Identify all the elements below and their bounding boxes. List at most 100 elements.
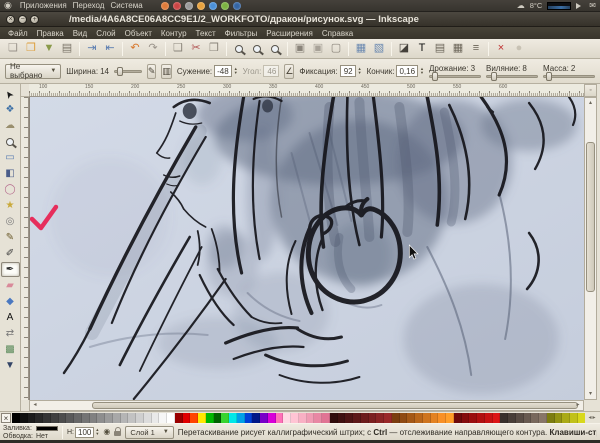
- cmd-document-open[interactable]: ❐: [22, 41, 40, 57]
- cmd-import-bitmap[interactable]: ⇥: [83, 41, 101, 57]
- app-launcher-7[interactable]: [233, 2, 241, 10]
- palette-swatch[interactable]: [291, 413, 299, 423]
- tool-eraser[interactable]: ▰: [1, 278, 20, 293]
- palette-swatch[interactable]: [74, 413, 82, 423]
- palette-swatch[interactable]: [446, 413, 454, 423]
- menu-help[interactable]: Справка: [318, 29, 357, 38]
- palette-swatch[interactable]: [113, 413, 121, 423]
- palette-swatch[interactable]: [392, 413, 400, 423]
- palette-swatch[interactable]: [198, 413, 206, 423]
- palette-swatch[interactable]: [167, 413, 175, 423]
- palette-swatch[interactable]: [144, 413, 152, 423]
- palette-swatch[interactable]: [423, 413, 431, 423]
- window-button-close[interactable]: ×: [6, 15, 15, 24]
- palette-swatch[interactable]: [252, 413, 260, 423]
- vertical-scrollbar[interactable]: ▴ ▾: [584, 97, 597, 400]
- app-launcher-2[interactable]: [173, 2, 181, 10]
- palette-swatch[interactable]: [338, 413, 346, 423]
- cmd-document-save[interactable]: ▼: [40, 41, 58, 57]
- palette-swatch[interactable]: [97, 413, 105, 423]
- tool-paint-bucket[interactable]: ◆: [1, 294, 20, 309]
- cmd-duplicate[interactable]: ▣: [291, 41, 309, 57]
- palette-swatch[interactable]: [260, 413, 268, 423]
- fixation-spinbox[interactable]: 92: [340, 65, 356, 77]
- scroll-up-icon[interactable]: ▴: [585, 98, 596, 108]
- palette-swatch[interactable]: [322, 413, 330, 423]
- cmd-layers-dialog[interactable]: ▤: [431, 41, 449, 57]
- mail-icon[interactable]: ✉: [589, 1, 596, 10]
- cmd-paste[interactable]: ❒: [205, 41, 223, 57]
- panel-menu-applications[interactable]: Приложения: [18, 1, 69, 10]
- tool-selector[interactable]: ➤: [1, 86, 20, 101]
- tool-node-editor[interactable]: ❖: [1, 102, 20, 117]
- palette-swatch[interactable]: [190, 413, 198, 423]
- tool-dropper[interactable]: ▼: [1, 358, 20, 373]
- palette-swatch[interactable]: [35, 413, 43, 423]
- menu-extensions[interactable]: Расширения: [262, 29, 317, 38]
- palette-swatch[interactable]: [307, 413, 315, 423]
- palette-swatch[interactable]: [299, 413, 307, 423]
- palette-swatch[interactable]: [539, 413, 547, 423]
- caps-spinbox[interactable]: 0,16: [396, 65, 418, 77]
- cmd-redo[interactable]: ↷: [144, 41, 162, 57]
- cmd-unlink-clone[interactable]: ▢: [327, 41, 345, 57]
- cmd-export-bitmap[interactable]: ⇤: [101, 41, 119, 57]
- palette-swatch[interactable]: [438, 413, 446, 423]
- cmd-delete[interactable]: ×: [492, 41, 510, 57]
- palette-swatch[interactable]: [555, 413, 563, 423]
- drawing-canvas[interactable]: [29, 97, 584, 400]
- cmd-copy[interactable]: ❑: [169, 41, 187, 57]
- palette-swatch[interactable]: [20, 413, 28, 423]
- palette-swatch[interactable]: [361, 413, 369, 423]
- distro-logo-icon[interactable]: ◉: [4, 1, 12, 10]
- tool-connector[interactable]: ⇄: [1, 326, 20, 341]
- scroll-left-icon[interactable]: ◂: [30, 401, 40, 410]
- cmd-xml-editor[interactable]: ▦: [449, 41, 467, 57]
- vertical-scrollbar-thumb[interactable]: [586, 142, 595, 292]
- palette-swatch[interactable]: [353, 413, 361, 423]
- palette-swatch[interactable]: [493, 413, 501, 423]
- palette-right-icon[interactable]: ▸: [593, 414, 596, 421]
- horizontal-scrollbar-thumb[interactable]: [92, 402, 578, 409]
- palette-scroll-arrows[interactable]: ◂▸: [585, 414, 599, 421]
- cmd-cut[interactable]: ✂: [187, 41, 205, 57]
- palette-swatch[interactable]: [82, 413, 90, 423]
- mass-slider[interactable]: [543, 75, 595, 78]
- tool-text[interactable]: A: [1, 310, 20, 325]
- preset-dropdown[interactable]: Не выбрано ▼: [5, 64, 61, 79]
- palette-swatch[interactable]: [400, 413, 408, 423]
- palette-swatch[interactable]: [105, 413, 113, 423]
- app-launcher-6[interactable]: [221, 2, 229, 10]
- palette-swatch[interactable]: [384, 413, 392, 423]
- cmd-document-new[interactable]: ❏: [4, 41, 22, 57]
- palette-swatch[interactable]: [66, 413, 74, 423]
- palette-swatch[interactable]: [90, 413, 98, 423]
- no-color-swatch[interactable]: ×: [1, 413, 11, 423]
- menu-edit[interactable]: Правка: [33, 29, 68, 38]
- palette-swatch[interactable]: [454, 413, 462, 423]
- palette-swatch[interactable]: [121, 413, 129, 423]
- palette-swatch[interactable]: [477, 413, 485, 423]
- tilt-toggle-button[interactable]: ∠: [284, 64, 294, 79]
- tool-pencil[interactable]: ✎: [1, 230, 20, 245]
- wiggle-slider[interactable]: [486, 75, 538, 78]
- palette-swatch[interactable]: [345, 413, 353, 423]
- palette-swatch[interactable]: [221, 413, 229, 423]
- palette-swatch[interactable]: [175, 413, 183, 423]
- thinning-spinbox[interactable]: -48: [214, 65, 232, 77]
- menu-file[interactable]: Файл: [4, 29, 32, 38]
- cmd-zoom-to-page[interactable]: [266, 41, 284, 57]
- title-bar[interactable]: ×−+ /media/4A6A8CE06A8CC9E1/2_WORKFOTO/д…: [0, 12, 600, 27]
- palette-swatch[interactable]: [214, 413, 222, 423]
- app-launcher-1[interactable]: [161, 2, 169, 10]
- cmd-create-clone[interactable]: ▣: [309, 41, 327, 57]
- panel-menu-places[interactable]: Переход: [71, 1, 107, 10]
- scroll-down-icon[interactable]: ▾: [585, 389, 596, 399]
- palette-swatch[interactable]: [578, 413, 585, 423]
- cmd-document-print[interactable]: ▤: [58, 41, 76, 57]
- pressure-toggle-button[interactable]: ✎: [147, 64, 157, 79]
- fill-stroke-indicator[interactable]: Заливка: Обводка:Нет: [3, 425, 58, 440]
- palette-swatch[interactable]: [283, 413, 291, 423]
- palette-swatch[interactable]: [407, 413, 415, 423]
- tool-bezier-pen[interactable]: ✐: [1, 246, 20, 261]
